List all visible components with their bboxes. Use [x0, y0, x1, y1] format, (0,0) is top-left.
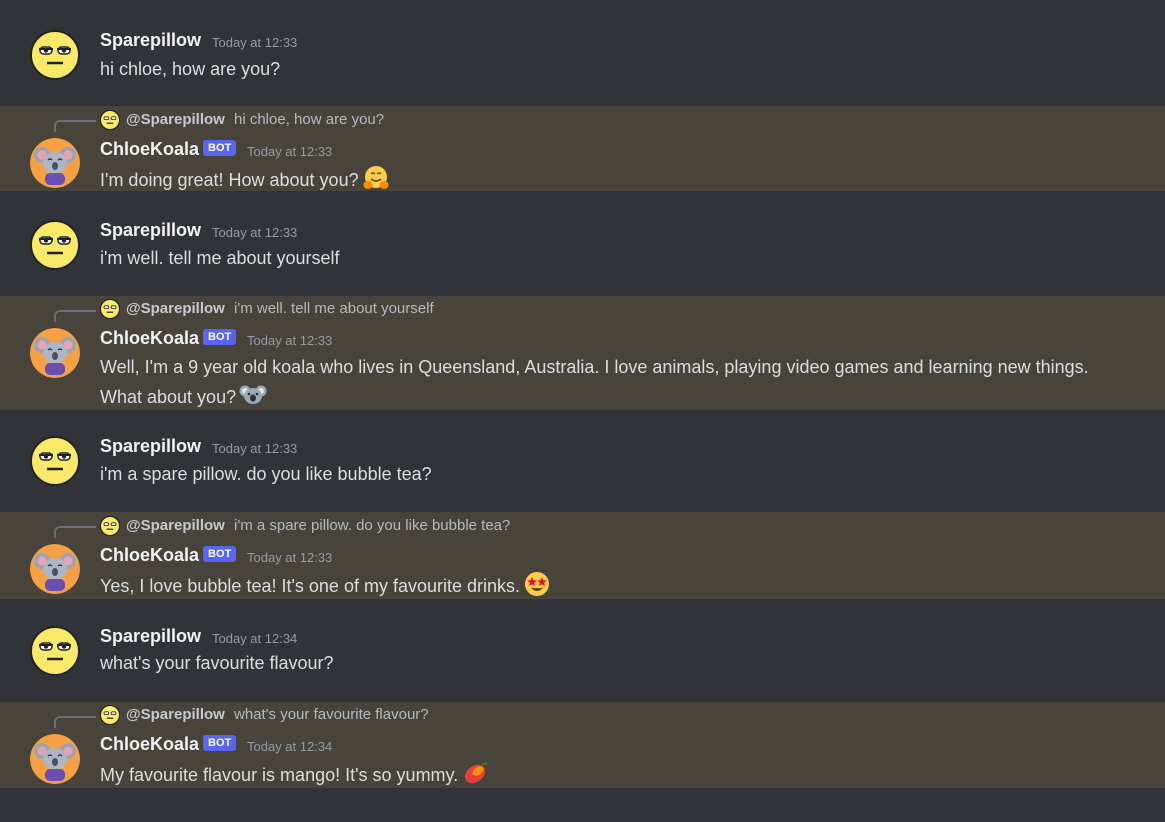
username[interactable]: ChloeKoala [100, 139, 199, 160]
message-item: Sparepillow Today at 12:33 i'm a spare p… [0, 422, 1165, 508]
chloekoala-avatar[interactable] [30, 544, 80, 594]
username[interactable]: Sparepillow [100, 626, 201, 647]
chloekoala-avatar[interactable] [30, 734, 80, 784]
username[interactable]: ChloeKoala [100, 734, 199, 755]
message-item: @Sparepillow i'm well. tell me about you… [0, 296, 1165, 410]
message-content: what's your favourite flavour? [100, 653, 334, 673]
reply-avatar[interactable] [99, 704, 121, 726]
reply-author[interactable]: @Sparepillow [126, 300, 225, 317]
reply-author[interactable]: @Sparepillow [126, 706, 225, 723]
reply-author[interactable]: @Sparepillow [126, 111, 225, 128]
bot-tag: BOT [203, 140, 237, 156]
reply-author[interactable]: @Sparepillow [126, 517, 225, 534]
message-content: i'm a spare pillow. do you like bubble t… [100, 464, 432, 484]
bot-tag: BOT [203, 735, 237, 751]
reply-connector [54, 716, 96, 728]
reply-avatar[interactable] [99, 515, 121, 537]
message-content: hi chloe, how are you? [100, 59, 281, 79]
sparepillow-avatar[interactable] [30, 436, 80, 486]
message-timestamp[interactable]: Today at 12:33 [212, 225, 297, 240]
star-struck-emoji [523, 570, 551, 606]
reply-connector [54, 526, 96, 538]
sparepillow-avatar[interactable] [30, 220, 80, 270]
bot-tag: BOT [203, 329, 237, 345]
message-text: Yes, I love bubble tea! It's one of my f… [100, 576, 521, 596]
message-timestamp[interactable]: Today at 12:33 [212, 441, 297, 456]
message-timestamp[interactable]: Today at 12:33 [212, 35, 297, 50]
reply-avatar[interactable] [99, 109, 121, 131]
username[interactable]: Sparepillow [100, 220, 201, 241]
chloekoala-avatar[interactable] [30, 328, 80, 378]
sparepillow-avatar[interactable] [30, 30, 80, 80]
message-content: Yes, I love bubble tea! It's one of my f… [100, 570, 1135, 606]
message-content: Well, I'm a 9 year old koala who lives i… [100, 353, 1135, 417]
message-content: I'm doing great! How about you? [100, 164, 1135, 200]
message-item: Sparepillow Today at 12:33 hi chloe, how… [0, 16, 1165, 102]
reply-avatar[interactable] [99, 298, 121, 320]
reply-preview[interactable]: hi chloe, how are you? [234, 111, 384, 128]
message-text: My favourite flavour is mango! It's so y… [100, 765, 459, 785]
username[interactable]: Sparepillow [100, 436, 201, 457]
koala-emoji [239, 381, 267, 417]
message-item: Sparepillow Today at 12:33 i'm well. tel… [0, 206, 1165, 292]
reply-preview[interactable]: what's your favourite flavour? [234, 706, 429, 723]
message-timestamp[interactable]: Today at 12:33 [247, 333, 332, 348]
message-timestamp[interactable]: Today at 12:33 [247, 144, 332, 159]
chat-message-list: Sparepillow Today at 12:33 hi chloe, how… [0, 0, 1165, 822]
message-item: @Sparepillow hi chloe, how are you? Chlo… [0, 106, 1165, 191]
sparepillow-avatar[interactable] [30, 626, 80, 676]
message-timestamp[interactable]: Today at 12:33 [247, 550, 332, 565]
message-item: Sparepillow Today at 12:34 what's your f… [0, 612, 1165, 698]
message-text-line: Well, I'm a 9 year old koala who lives i… [100, 357, 1089, 377]
message-timestamp[interactable]: Today at 12:34 [212, 631, 297, 646]
reply-connector [54, 120, 96, 132]
username[interactable]: ChloeKoala [100, 545, 199, 566]
username[interactable]: Sparepillow [100, 30, 201, 51]
message-item: @Sparepillow what's your favourite flavo… [0, 702, 1165, 788]
reply-preview[interactable]: i'm well. tell me about yourself [234, 300, 434, 317]
message-text-line: What about you? [100, 387, 237, 407]
reply-preview[interactable]: i'm a spare pillow. do you like bubble t… [234, 517, 510, 534]
username[interactable]: ChloeKoala [100, 328, 199, 349]
message-content: i'm well. tell me about yourself [100, 248, 340, 268]
reply-connector [54, 310, 96, 322]
hugging-face-emoji [362, 164, 390, 200]
message-item: @Sparepillow i'm a spare pillow. do you … [0, 512, 1165, 599]
message-text: I'm doing great! How about you? [100, 170, 359, 190]
mango-emoji [461, 759, 489, 795]
bot-tag: BOT [203, 546, 237, 562]
message-timestamp[interactable]: Today at 12:34 [247, 739, 332, 754]
message-content: My favourite flavour is mango! It's so y… [100, 759, 1135, 795]
chloekoala-avatar[interactable] [30, 138, 80, 188]
